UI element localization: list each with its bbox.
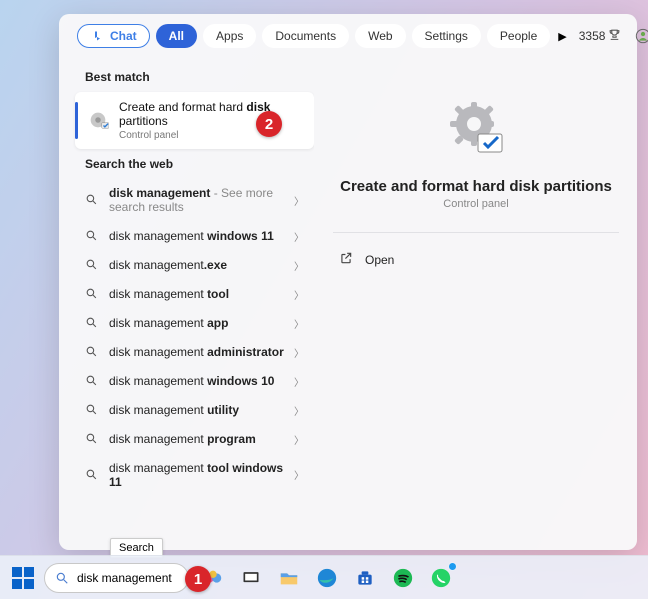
- chevron-right-icon: 〉: [294, 345, 304, 360]
- open-action[interactable]: Open: [333, 247, 619, 272]
- search-icon: [85, 374, 99, 388]
- preview-title: Create and format hard disk partitions: [340, 178, 612, 195]
- web-result-label: disk management program: [109, 432, 284, 446]
- search-icon: [85, 287, 99, 301]
- annotation-1: 1: [185, 566, 211, 592]
- web-result-label: disk management administrator: [109, 345, 284, 359]
- search-icon: [55, 571, 69, 585]
- tab-settings[interactable]: Settings: [412, 24, 481, 48]
- chevron-right-icon: 〉: [294, 467, 304, 482]
- web-result[interactable]: disk management tool windows 11 〉: [75, 454, 314, 497]
- chevron-right-icon: 〉: [294, 193, 304, 208]
- control-panel-gear-icon: [87, 108, 109, 132]
- search-icon: [85, 432, 99, 446]
- chevron-right-icon: 〉: [294, 432, 304, 447]
- divider: [333, 232, 619, 233]
- trophy-icon: [608, 28, 621, 44]
- taskbar-search[interactable]: [44, 563, 189, 593]
- taskbar: [0, 555, 648, 599]
- search-icon: [85, 193, 99, 207]
- web-result[interactable]: disk management utility 〉: [75, 396, 314, 425]
- search-icon: [85, 468, 99, 482]
- taskbar-explorer-icon[interactable]: [275, 564, 303, 592]
- search-panel: Chat All Apps Documents Web Settings Peo…: [59, 14, 637, 550]
- web-result[interactable]: disk management windows 10 〉: [75, 367, 314, 396]
- chevron-right-icon: 〉: [294, 287, 304, 302]
- chevron-right-icon: 〉: [294, 403, 304, 418]
- search-web-heading: Search the web: [85, 157, 304, 171]
- web-result[interactable]: disk management tool 〉: [75, 280, 314, 309]
- preview-pane: Create and format hard disk partitions C…: [314, 56, 637, 550]
- web-result[interactable]: disk management - See more search result…: [75, 179, 314, 222]
- tab-all[interactable]: All: [156, 24, 197, 48]
- web-result-label: disk management tool: [109, 287, 284, 301]
- tab-overflow-play-icon[interactable]: ▶: [558, 28, 566, 44]
- account-icon[interactable]: [635, 28, 648, 44]
- web-result-label: disk management windows 10: [109, 374, 284, 388]
- tab-people[interactable]: People: [487, 24, 550, 48]
- search-icon: [85, 316, 99, 330]
- chevron-right-icon: 〉: [294, 374, 304, 389]
- best-match-heading: Best match: [85, 70, 304, 84]
- taskbar-edge-icon[interactable]: [313, 564, 341, 592]
- rewards-score[interactable]: 3358: [579, 28, 622, 44]
- web-results-list: disk management - See more search result…: [75, 179, 314, 497]
- taskbar-whatsapp-icon[interactable]: [427, 564, 455, 592]
- web-result[interactable]: disk management app 〉: [75, 309, 314, 338]
- bing-chat-icon: [90, 28, 106, 44]
- notification-dot: [448, 562, 457, 571]
- search-icon: [85, 258, 99, 272]
- web-result[interactable]: disk management program 〉: [75, 425, 314, 454]
- tab-web[interactable]: Web: [355, 24, 405, 48]
- taskbar-task-view-icon[interactable]: [237, 564, 265, 592]
- start-button[interactable]: [12, 567, 34, 589]
- web-result-label: disk management windows 11: [109, 229, 284, 243]
- tab-apps[interactable]: Apps: [203, 24, 256, 48]
- web-result[interactable]: disk management administrator 〉: [75, 338, 314, 367]
- web-result-label: disk management.exe: [109, 258, 284, 272]
- search-input[interactable]: [77, 571, 178, 585]
- search-icon: [85, 403, 99, 417]
- web-result[interactable]: disk management windows 11 〉: [75, 222, 314, 251]
- web-result-label: disk management - See more search result…: [109, 186, 284, 215]
- web-result-label: disk management tool windows 11: [109, 461, 284, 490]
- open-external-icon: [339, 251, 353, 268]
- open-label: Open: [365, 253, 394, 267]
- chevron-right-icon: 〉: [294, 316, 304, 331]
- taskbar-store-icon[interactable]: [351, 564, 379, 592]
- web-result-label: disk management utility: [109, 403, 284, 417]
- web-result[interactable]: disk management.exe 〉: [75, 251, 314, 280]
- taskbar-spotify-icon[interactable]: [389, 564, 417, 592]
- annotation-2: 2: [256, 111, 282, 137]
- search-icon: [85, 229, 99, 243]
- tab-bar: Chat All Apps Documents Web Settings Peo…: [59, 14, 637, 56]
- tab-documents[interactable]: Documents: [262, 24, 349, 48]
- tab-chat[interactable]: Chat: [77, 24, 150, 48]
- web-result-label: disk management app: [109, 316, 284, 330]
- chevron-right-icon: 〉: [294, 229, 304, 244]
- preview-gear-icon: [444, 96, 508, 160]
- preview-subtitle: Control panel: [443, 198, 508, 210]
- search-icon: [85, 345, 99, 359]
- chevron-right-icon: 〉: [294, 258, 304, 273]
